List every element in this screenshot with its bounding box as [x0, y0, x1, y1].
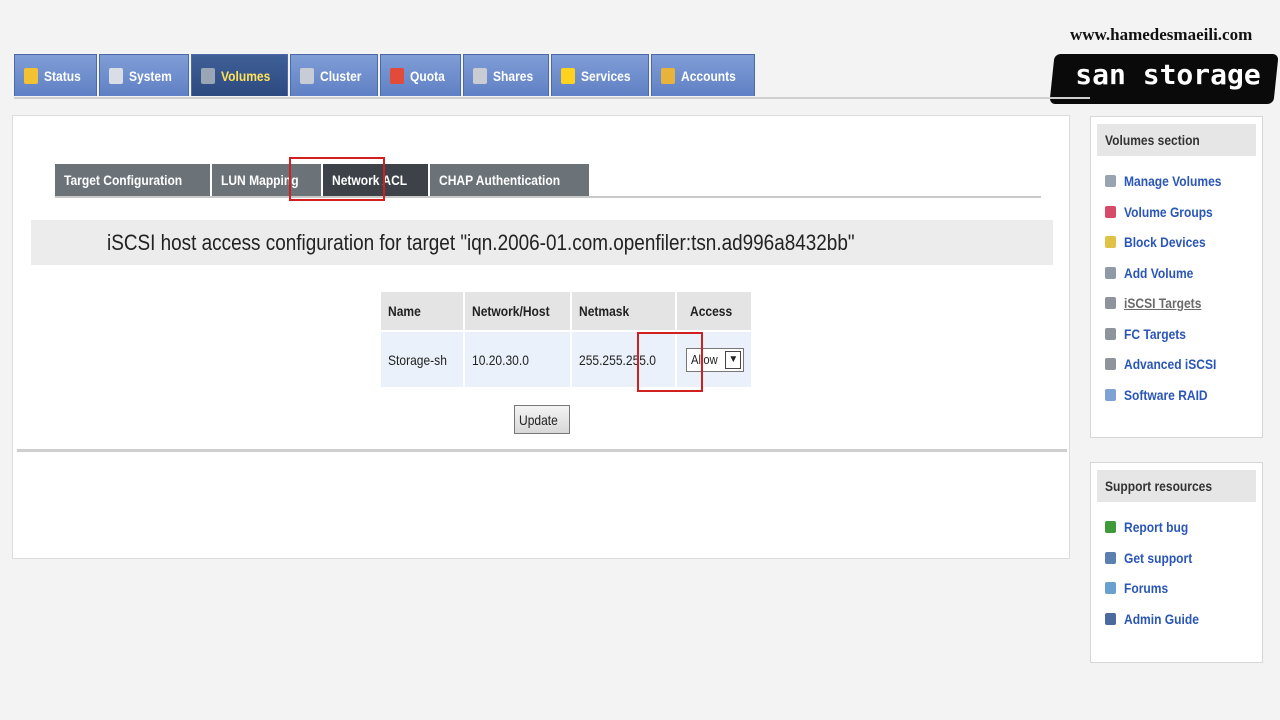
nav-tab-cluster[interactable]: Cluster: [289, 54, 379, 96]
table-header-row: Name Network/Host Netmask Access: [381, 292, 752, 330]
nav-tab-label: Services: [581, 67, 631, 84]
nav-tab-volumes[interactable]: Volumes: [190, 54, 288, 96]
sidebar-item-iscsi-targets[interactable]: iSCSI Targets: [1091, 288, 1262, 319]
nav-tab-label: Volumes: [220, 67, 270, 84]
nav-tab-label: Quota: [410, 67, 445, 84]
sidebar-item-block-devices[interactable]: Block Devices: [1091, 227, 1262, 258]
update-button[interactable]: Update: [514, 405, 570, 434]
col-header-name: Name: [381, 292, 464, 330]
sidebar-item-forums[interactable]: Forums: [1091, 573, 1262, 604]
volume-groups-icon: [1105, 205, 1116, 218]
subtab-label: Target Configuration: [64, 172, 183, 188]
add-volume-icon: [1105, 266, 1116, 279]
accounts-icon: [660, 67, 675, 84]
top-navigation: Status System Volumes Cluster Quota Shar…: [14, 54, 757, 98]
page-title: iSCSI host access configuration for targ…: [107, 229, 855, 255]
nav-tab-label: Accounts: [680, 67, 736, 84]
subtab-label: LUN Mapping: [221, 172, 299, 188]
sidebar-support-list: Report bug Get support Forums Admin Guid…: [1091, 502, 1262, 634]
nav-divider: [14, 97, 1090, 99]
iscsi-targets-icon: [1105, 297, 1116, 310]
status-icon: [24, 67, 38, 84]
fc-targets-icon: [1105, 327, 1116, 340]
chevron-down-icon[interactable]: ▼: [725, 350, 742, 369]
sidebar-item-admin-guide[interactable]: Admin Guide: [1091, 604, 1262, 635]
watermark-site: www.hamedesmaeili.com: [1070, 25, 1253, 44]
sidebar-item-fc-targets[interactable]: FC Targets: [1091, 319, 1262, 350]
sidebar-section-title: Volumes section: [1097, 124, 1256, 156]
shares-icon: [472, 67, 487, 84]
support-icon: [1105, 551, 1116, 564]
nav-tab-label: System: [128, 67, 172, 84]
sidebar-item-get-support[interactable]: Get support: [1091, 543, 1262, 574]
subtab-target-configuration[interactable]: Target Configuration: [55, 164, 211, 196]
subtab-chap-authentication[interactable]: CHAP Authentication: [430, 164, 589, 196]
nav-tab-accounts[interactable]: Accounts: [650, 54, 755, 96]
nav-tab-label: Shares: [492, 67, 533, 84]
cluster-icon: [299, 67, 314, 84]
forums-icon: [1105, 582, 1116, 595]
col-header-network: Network/Host: [465, 292, 570, 330]
quota-icon: [390, 67, 405, 84]
services-icon: [561, 67, 576, 84]
sidebar-volumes-section: Volumes section Manage Volumes Volume Gr…: [1090, 116, 1263, 438]
bug-icon: [1105, 521, 1116, 534]
highlight-access-select: [637, 332, 703, 392]
nav-tab-system[interactable]: System: [98, 54, 189, 96]
nav-tab-label: Cluster: [319, 67, 362, 84]
highlight-network-acl: [289, 157, 385, 201]
software-raid-icon: [1105, 388, 1116, 401]
sidebar-item-add-volume[interactable]: Add Volume: [1091, 258, 1262, 289]
cell-network: 10.20.30.0: [465, 332, 570, 387]
sidebar-item-report-bug[interactable]: Report bug: [1091, 512, 1262, 543]
sidebar-support-resources: Support resources Report bug Get support…: [1090, 462, 1263, 663]
sidebar-item-advanced-iscsi[interactable]: Advanced iSCSI: [1091, 349, 1262, 380]
block-devices-icon: [1105, 236, 1116, 249]
panel-divider: [17, 449, 1067, 452]
col-header-access: Access: [677, 292, 752, 330]
system-icon: [108, 67, 123, 84]
nav-tab-shares[interactable]: Shares: [462, 54, 550, 96]
subtab-label: CHAP Authentication: [439, 172, 561, 188]
advanced-iscsi-icon: [1105, 358, 1116, 371]
nav-tab-services[interactable]: Services: [551, 54, 649, 96]
sidebar-item-volume-groups[interactable]: Volume Groups: [1091, 197, 1262, 228]
main-panel: Target Configuration LUN Mapping Network…: [12, 115, 1070, 559]
nav-tab-quota[interactable]: Quota: [380, 54, 461, 96]
manage-volumes-icon: [1105, 175, 1116, 188]
cell-name: Storage-sh: [381, 332, 464, 387]
subtab-divider: [55, 196, 1041, 198]
nav-tab-label: Status: [44, 67, 81, 84]
sidebar-volumes-list: Manage Volumes Volume Groups Block Devic…: [1091, 156, 1262, 410]
sidebar-item-software-raid[interactable]: Software RAID: [1091, 380, 1262, 411]
col-header-netmask: Netmask: [571, 292, 676, 330]
page-heading-bar: iSCSI host access configuration for targ…: [31, 220, 1053, 265]
sidebar-item-manage-volumes[interactable]: Manage Volumes: [1091, 166, 1262, 197]
guide-icon: [1105, 612, 1116, 625]
watermark-brand: san storage: [1075, 58, 1261, 91]
volumes-icon: [200, 67, 215, 84]
sidebar-section-title: Support resources: [1097, 470, 1256, 502]
nav-tab-status[interactable]: Status: [14, 54, 97, 96]
